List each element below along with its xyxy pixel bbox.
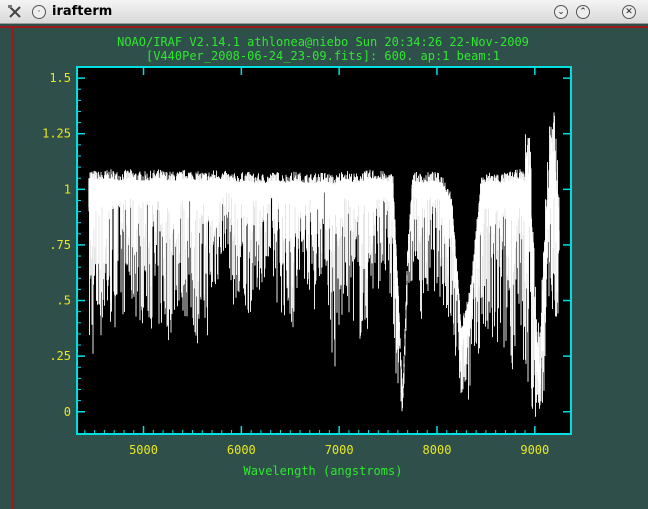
x-tick-label: 6000 [227,443,256,457]
x-tick-label: 7000 [325,443,354,457]
x-tick-label: 9000 [520,443,549,457]
x-tick-label: 8000 [423,443,452,457]
y-tick-label: .5 [57,294,71,308]
irafterm-window: · irafterm ⌄ ⌃ ✕ NOAO/IRAF V2.14.1 athlo… [0,0,648,509]
x-axis-label: Wavelength (angstroms) [244,464,403,478]
plot-header-line2: [V440Per_2008-06-24_23-09.fits]: 600. ap… [146,49,500,63]
y-tick-label: 1 [64,182,71,196]
y-tick-label: 1.5 [49,71,71,85]
y-tick-label: 1.25 [42,127,71,141]
y-tick-label: .25 [49,349,71,363]
y-tick-label: .75 [49,238,71,252]
y-tick-label: 0 [64,405,71,419]
spectrum-plot: NOAO/IRAF V2.14.1 athlonea@niebo Sun 20:… [42,35,572,478]
x-tick-label: 5000 [129,443,158,457]
plot-header-line1: NOAO/IRAF V2.14.1 athlonea@niebo Sun 20:… [117,35,529,49]
